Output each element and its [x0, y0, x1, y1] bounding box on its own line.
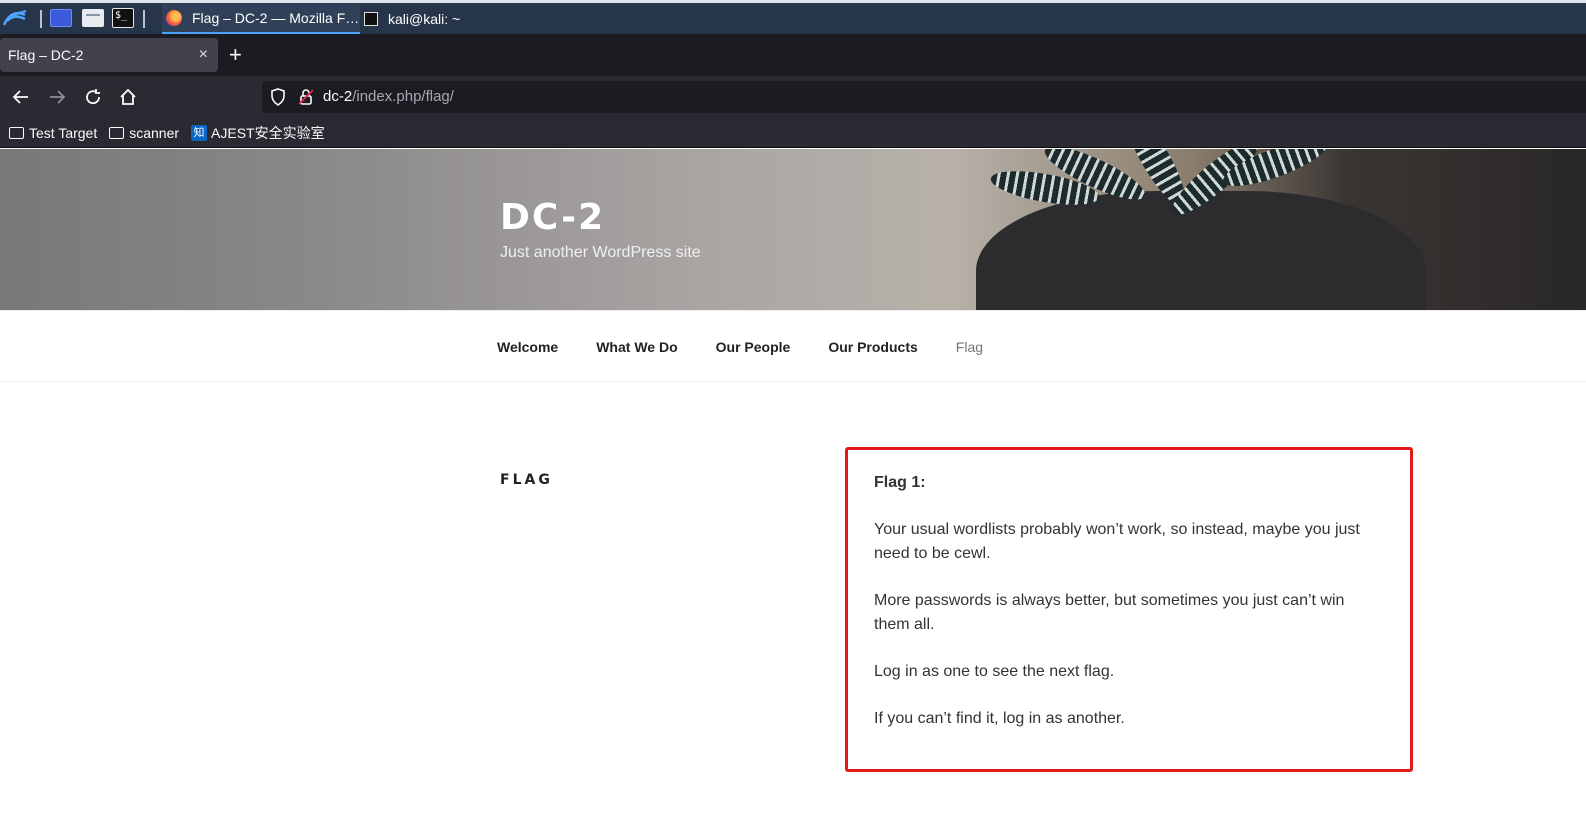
arrow-left-icon	[12, 90, 28, 104]
forward-button[interactable]	[44, 84, 70, 110]
nav-our-people[interactable]: Our People	[716, 339, 791, 355]
page-title: FLAG	[500, 472, 553, 488]
entry-content: Flag 1: Your usual wordlists probably wo…	[874, 471, 1384, 754]
shield-icon[interactable]	[270, 88, 286, 106]
bookmark-label: Test Target	[29, 124, 98, 141]
kali-menu-icon[interactable]	[1, 7, 29, 29]
bookmark-label: AJEST安全实验室	[211, 124, 325, 141]
taskbar-separator	[143, 10, 145, 28]
nav-welcome[interactable]: Welcome	[497, 339, 558, 355]
taskbar-separator	[40, 10, 42, 28]
content-paragraph: Your usual wordlists probably won’t work…	[874, 521, 1360, 562]
bookmark-label: scanner	[129, 124, 180, 141]
terminal-icon	[364, 11, 378, 26]
nav-flag[interactable]: Flag	[956, 339, 983, 355]
url-path: /index.php/flag/	[352, 88, 454, 105]
content-paragraph: More passwords is always better, but som…	[874, 592, 1345, 633]
site-title[interactable]: DC-2	[500, 197, 701, 238]
home-button[interactable]	[115, 84, 141, 110]
url-bar[interactable]: dc-2/index.php/flag/	[262, 81, 1586, 113]
tab-flag-dc2[interactable]: Flag – DC-2 ×	[0, 38, 218, 72]
workspace-icon[interactable]	[50, 9, 72, 27]
tab-strip: Flag – DC-2 × +	[0, 34, 1586, 76]
taskbar: $_ Flag – DC-2 — Mozilla F… kali@kali: ~	[0, 0, 1586, 34]
bookmark-ajest[interactable]: 知 AJEST安全实验室	[191, 123, 325, 143]
plant-pot-image	[976, 191, 1426, 310]
folder-icon	[9, 126, 24, 139]
back-button[interactable]	[8, 84, 34, 110]
terminal-icon[interactable]: $_	[112, 8, 134, 28]
main-navigation: Welcome What We Do Our People Our Produc…	[0, 310, 1586, 382]
site-branding: DC-2 Just another WordPress site	[500, 197, 701, 262]
flag-heading: Flag 1:	[874, 474, 926, 491]
header-image: DC-2 Just another WordPress site	[0, 149, 1586, 310]
folder-icon	[109, 126, 125, 139]
nav-what-we-do[interactable]: What We Do	[596, 339, 677, 355]
arrow-right-icon	[50, 90, 66, 104]
new-tab-button[interactable]: +	[229, 42, 242, 68]
content-paragraph: If you can’t find it, log in as another.	[874, 710, 1125, 727]
home-icon	[120, 88, 136, 105]
tab-title: Flag – DC-2	[8, 47, 84, 63]
reload-icon	[86, 89, 100, 105]
reload-button[interactable]	[80, 84, 106, 110]
bookmarks-toolbar: Test Target scanner 知 AJEST安全实验室	[0, 118, 1586, 148]
zhihu-icon: 知	[191, 124, 208, 141]
site-description: Just another WordPress site	[500, 244, 701, 261]
web-page: DC-2 Just another WordPress site Welcome…	[0, 149, 1586, 829]
insecure-lock-icon[interactable]	[298, 88, 314, 106]
task-label: kali@kali: ~	[388, 10, 461, 27]
close-icon[interactable]: ×	[199, 46, 208, 64]
url-text[interactable]: dc-2/index.php/flag/	[323, 88, 454, 105]
nav-our-products[interactable]: Our Products	[828, 339, 917, 355]
taskbar-terminal-window[interactable]: kali@kali: ~	[362, 3, 522, 34]
bookmark-scanner[interactable]: scanner	[109, 125, 179, 141]
task-label: Flag – DC-2 — Mozilla F…	[192, 9, 360, 26]
file-manager-icon[interactable]	[82, 9, 104, 27]
taskbar-firefox-window[interactable]: Flag – DC-2 — Mozilla F…	[162, 3, 360, 34]
navigation-toolbar: dc-2/index.php/flag/	[0, 76, 1586, 118]
firefox-icon	[166, 9, 182, 26]
bookmark-test-target[interactable]: Test Target	[9, 125, 97, 141]
url-host: dc-2	[323, 88, 353, 105]
content-paragraph: Log in as one to see the next flag.	[874, 663, 1115, 680]
